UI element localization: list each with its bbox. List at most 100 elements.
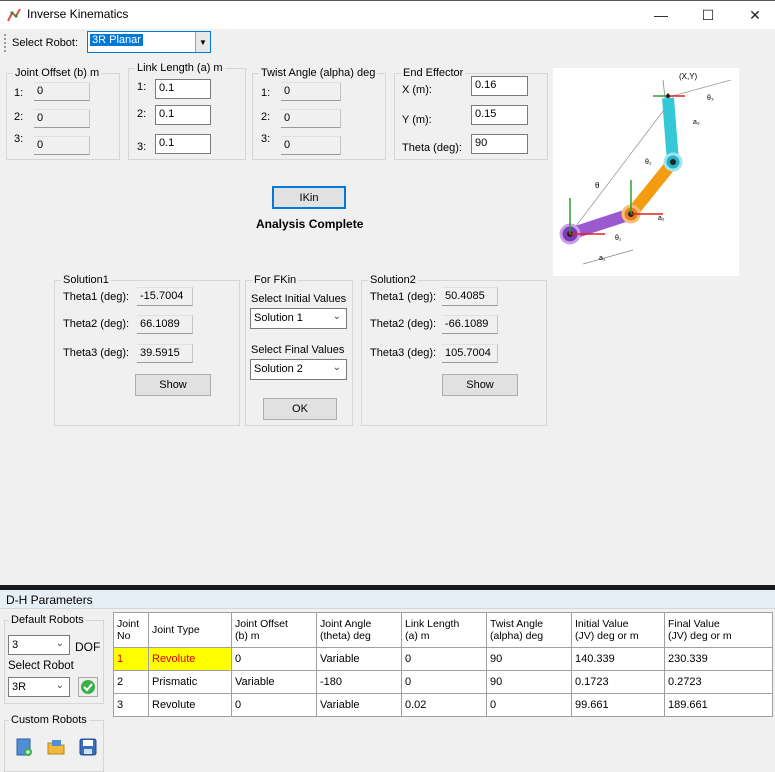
link-length-1-input[interactable]: 0.1: [155, 79, 211, 99]
row1-final-value[interactable]: 230.339: [664, 647, 773, 671]
row3-link-length[interactable]: 0.02: [401, 693, 487, 717]
dh-title: D-H Parameters: [6, 593, 93, 607]
twist-angle-1: 0: [281, 82, 341, 101]
end-effector-title: End Effector: [401, 67, 466, 79]
open-folder-icon: [47, 740, 65, 755]
row1-twist-angle[interactable]: 90: [486, 647, 572, 671]
link-length-idx-3: 3:: [137, 141, 147, 153]
row1-joint-angle[interactable]: Variable: [316, 647, 402, 671]
select-robot-dh-label: Select Robot: [8, 660, 74, 672]
ee-y-label: Y (m):: [402, 114, 432, 126]
col-final-value-l1: Final Value: [668, 618, 720, 630]
row2-link-length[interactable]: 0: [401, 670, 487, 694]
row2-joint-offset[interactable]: Variable: [231, 670, 317, 694]
row1-initial-value[interactable]: 140.339: [571, 647, 665, 671]
new-robot-button[interactable]: [13, 736, 35, 758]
s2-theta1-value: 50.4085: [442, 287, 498, 306]
confirm-robot-button[interactable]: [77, 676, 99, 698]
diagram-theta2-label: θ₂: [645, 159, 652, 166]
dh-header-bar: D-H Parameters: [0, 590, 775, 609]
s1-show-button[interactable]: Show: [135, 374, 211, 396]
col-joint-type: Joint Type: [148, 612, 232, 648]
diagram-xy-label: (X,Y): [679, 72, 698, 81]
save-robot-button[interactable]: [77, 736, 99, 758]
s1-theta1-label: Theta1 (deg):: [63, 291, 130, 303]
col-joint-angle: Joint Angle (theta) deg: [316, 612, 402, 648]
select-robot-combo[interactable]: 3R Planar ▼: [87, 31, 211, 53]
dof-label: DOF: [75, 640, 101, 654]
joint-offset-title: Joint Offset (b) m: [13, 67, 102, 79]
ee-x-input[interactable]: 0.16: [471, 76, 528, 96]
row2-final-value[interactable]: 0.2723: [664, 670, 773, 694]
open-robot-button[interactable]: [45, 736, 67, 758]
row3-joint-no[interactable]: 3: [113, 693, 149, 717]
col-initial-value: Initial Value (JV) deg or m: [571, 612, 665, 648]
joint-offset-idx-2: 2:: [14, 111, 24, 123]
chevron-down-icon: ⌄: [55, 638, 64, 649]
fkin-ok-button[interactable]: OK: [263, 398, 337, 420]
app-icon: [7, 8, 21, 22]
joint-offset-3: 0: [34, 136, 90, 155]
row3-initial-value[interactable]: 99.661: [571, 693, 665, 717]
fkin-initial-value: Solution 1: [254, 312, 303, 324]
col-joint-no-l1: Joint: [117, 618, 140, 630]
col-twist-angle-l2: (alpha) deg: [490, 630, 544, 642]
dof-select[interactable]: 3 ⌄: [8, 635, 70, 655]
row2-twist-angle[interactable]: 90: [486, 670, 572, 694]
col-link-length: Link Length (a) m: [401, 612, 487, 648]
row2-joint-type[interactable]: Prismatic: [148, 670, 232, 694]
custom-robots-title: Custom Robots: [9, 714, 89, 726]
col-twist-angle: Twist Angle (alpha) deg: [486, 612, 572, 648]
col-initial-value-l2: (JV) deg or m: [575, 630, 639, 642]
close-button[interactable]: ✕: [732, 3, 775, 27]
select-robot-value: 3R Planar: [90, 34, 143, 46]
dropdown-arrow-icon: ▼: [195, 32, 210, 52]
ee-theta-label: Theta (deg):: [402, 142, 462, 154]
row2-joint-angle[interactable]: -180: [316, 670, 402, 694]
joint-offset-2: 0: [34, 109, 90, 128]
row3-joint-type[interactable]: Revolute: [148, 693, 232, 717]
chevron-down-icon: ⌄: [332, 362, 341, 373]
row3-joint-offset[interactable]: 0: [231, 693, 317, 717]
row2-initial-value[interactable]: 0.1723: [571, 670, 665, 694]
s1-theta2-label: Theta2 (deg):: [63, 318, 130, 330]
row1-joint-offset[interactable]: 0: [231, 647, 317, 671]
diagram-theta1-label: θ₁: [615, 235, 622, 242]
row2-joint-no[interactable]: 2: [113, 670, 149, 694]
col-joint-offset-l2: (b) m: [235, 630, 260, 642]
minimize-button[interactable]: —: [638, 3, 684, 27]
row3-twist-angle[interactable]: 0: [486, 693, 572, 717]
row3-final-value[interactable]: 189.661: [664, 693, 773, 717]
s2-show-button[interactable]: Show: [442, 374, 518, 396]
s1-theta2-value: 66.1089: [137, 315, 193, 334]
row1-link-length[interactable]: 0: [401, 647, 487, 671]
fkin-initial-label: Select Initial Values: [251, 293, 347, 305]
fkin-initial-select[interactable]: Solution 1 ⌄: [250, 308, 347, 329]
table-row: 1 Revolute 0 Variable 0 90 140.339 230.3…: [113, 647, 773, 671]
twist-angle-3: 0: [281, 136, 341, 155]
link-length-2-input[interactable]: 0.1: [155, 105, 211, 125]
ikin-button[interactable]: IKin: [272, 186, 346, 209]
dh-table: Joint No Joint Type Joint Offset (b) m Joi…: [113, 612, 773, 717]
twist-angle-idx-1: 1:: [261, 87, 271, 99]
fkin-title: For FKin: [252, 274, 299, 286]
robot-arm-illustration: (X,Y) θ₃ a₃ θ₂ θ a₂ θ₁ a₁: [559, 72, 732, 265]
col-final-value-l2: (JV) deg or m: [668, 630, 732, 642]
ee-y-input[interactable]: 0.15: [471, 105, 528, 125]
row3-joint-angle[interactable]: Variable: [316, 693, 402, 717]
row1-joint-type[interactable]: Revolute: [148, 647, 232, 671]
title-bar: Inverse Kinematics — ☐ ✕: [0, 1, 775, 29]
ee-theta-input[interactable]: 90: [471, 134, 528, 154]
fkin-final-value: Solution 2: [254, 363, 303, 375]
fkin-final-select[interactable]: Solution 2 ⌄: [250, 359, 347, 380]
link-length-3-input[interactable]: 0.1: [155, 134, 211, 154]
table-row: 2 Prismatic Variable -180 0 90 0.1723 0.…: [113, 670, 773, 694]
maximize-button[interactable]: ☐: [685, 3, 731, 27]
robot-type-select[interactable]: 3R ⌄: [8, 677, 70, 697]
col-joint-no: Joint No: [113, 612, 149, 648]
col-joint-angle-l2: (theta) deg: [320, 630, 371, 642]
s1-theta3-label: Theta3 (deg):: [63, 347, 130, 359]
s2-theta2-label: Theta2 (deg):: [370, 318, 437, 330]
row1-joint-no[interactable]: 1: [113, 647, 149, 671]
s1-theta1-value: -15.7004: [137, 287, 193, 306]
